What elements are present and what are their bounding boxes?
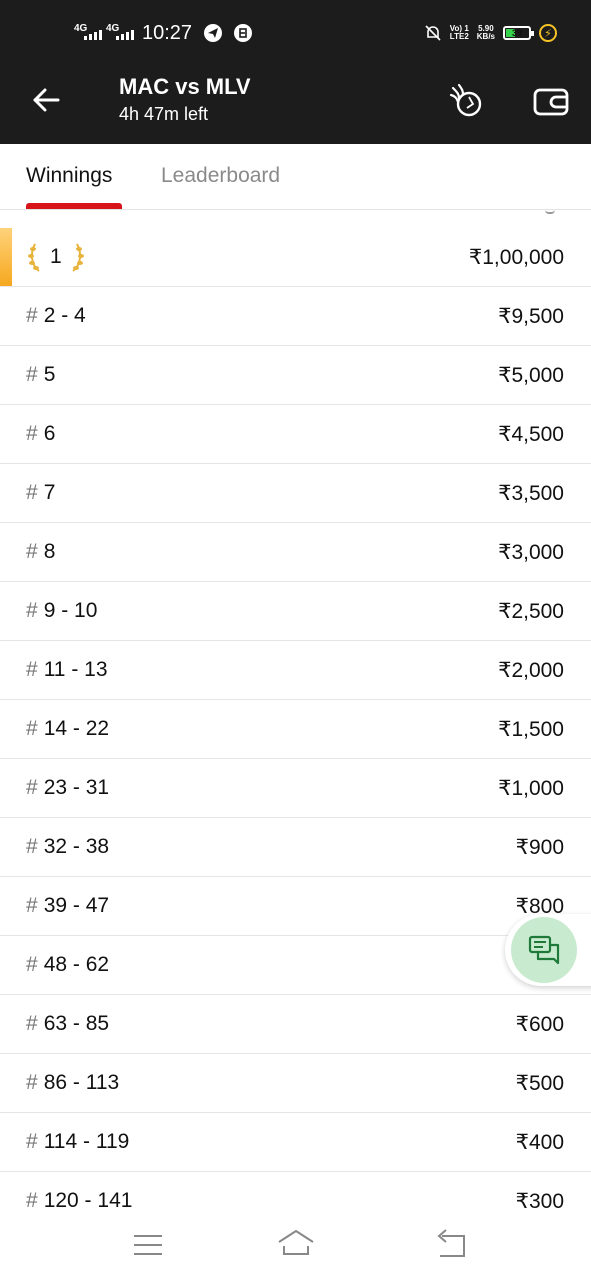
prize-amount: ₹3,500 xyxy=(498,481,564,505)
prize-amount: ₹400 xyxy=(515,1130,564,1154)
table-row: #14 - 22 ₹1,500 xyxy=(0,700,591,759)
table-row: #86 - 113 ₹500 xyxy=(0,1054,591,1113)
table-row: #7 ₹3,500 xyxy=(0,464,591,523)
page-title: MAC vs MLV xyxy=(119,74,251,99)
signal-icon: 4G xyxy=(74,22,102,44)
prize-amount: ₹4,500 xyxy=(498,422,564,446)
tab-leaderboard[interactable]: Leaderboard xyxy=(161,164,280,188)
table-row: #8 ₹3,000 xyxy=(0,523,591,582)
prize-amount: ₹5,000 xyxy=(498,363,564,387)
prize-amount: ₹1,500 xyxy=(498,717,564,741)
rank-label: 9 - 10 xyxy=(43,599,98,622)
hash-symbol: # xyxy=(26,1130,38,1153)
signal-icon: 4G xyxy=(106,22,134,44)
table-row: #2 - 4 ₹9,500 xyxy=(0,287,591,346)
prize-amount: ₹3,000 xyxy=(498,540,564,564)
rank-label: 23 - 31 xyxy=(43,776,110,799)
top-rank-highlight xyxy=(0,228,12,286)
hash-symbol: # xyxy=(26,1189,38,1210)
prize-amount: ₹500 xyxy=(515,1071,564,1095)
hash-symbol: # xyxy=(26,658,38,681)
table-row: #114 - 119 ₹400 xyxy=(0,1113,591,1172)
rank-label: 11 - 13 xyxy=(43,658,108,681)
rank-label: 32 - 38 xyxy=(43,835,110,858)
chat-fab-container xyxy=(505,914,591,986)
hash-symbol: # xyxy=(26,953,38,976)
table-row: #9 - 10 ₹2,500 xyxy=(0,582,591,641)
rank-label: 7 xyxy=(43,481,56,504)
prize-amount: ₹600 xyxy=(515,1012,564,1036)
rank-label: 48 - 62 xyxy=(43,953,110,976)
menu-icon[interactable] xyxy=(128,1226,168,1262)
rank-label: 120 - 141 xyxy=(43,1189,133,1210)
rank-label: 114 - 119 xyxy=(43,1130,130,1153)
mute-bell-icon xyxy=(425,25,441,41)
battery-icon: 39 xyxy=(503,26,534,40)
prize-amount: ₹300 xyxy=(515,1189,564,1211)
prize-amount: ₹1,000 xyxy=(498,776,564,800)
hash-symbol: # xyxy=(26,304,38,327)
active-tab-indicator xyxy=(26,203,122,209)
chat-button[interactable] xyxy=(511,917,577,983)
network-type: Vo) 1 LTE2 xyxy=(449,24,469,41)
prize-amount: ₹900 xyxy=(515,835,564,859)
laurel-left-icon xyxy=(26,240,44,274)
rank-label: 86 - 113 xyxy=(43,1071,120,1094)
rank-label: 14 - 22 xyxy=(43,717,110,740)
system-nav-bar xyxy=(0,1210,591,1280)
table-row: #63 - 85 ₹600 xyxy=(0,995,591,1054)
rank-label: 8 xyxy=(43,540,56,563)
hash-symbol: # xyxy=(26,481,38,504)
rank-label: 1 xyxy=(50,245,62,268)
winnings-list[interactable]: 1 ₹1,00,000 #2 - 4 ₹9,500 #5 ₹5,000 #6 ₹… xyxy=(0,210,591,1210)
table-row: #11 - 13 ₹2,000 xyxy=(0,641,591,700)
app-header: MAC vs MLV 4h 47m left xyxy=(0,64,591,144)
hash-symbol: # xyxy=(26,1071,38,1094)
hash-symbol: # xyxy=(26,1012,38,1035)
telegram-icon xyxy=(204,24,223,42)
hash-symbol: # xyxy=(26,422,38,445)
ball-fire-icon[interactable] xyxy=(447,82,485,120)
rank-label: 6 xyxy=(43,422,56,445)
status-bar: 4G 4G 10:27 Vo) 1 LTE2 5.90 KB/s 39 ⚡ xyxy=(0,0,591,64)
scroll-indicator xyxy=(545,210,555,214)
table-row: #23 - 31 ₹1,000 xyxy=(0,759,591,818)
hash-symbol: # xyxy=(26,835,38,858)
time-left: 4h 47m left xyxy=(119,104,209,124)
hash-symbol: # xyxy=(26,717,38,740)
tab-winnings[interactable]: Winnings xyxy=(26,164,112,188)
hash-symbol: # xyxy=(26,894,38,917)
table-row: #5 ₹5,000 xyxy=(0,346,591,405)
prize-amount: ₹2,500 xyxy=(498,599,564,623)
table-row: #120 - 141 ₹300 xyxy=(0,1172,591,1210)
network-speed: 5.90 KB/s xyxy=(476,24,495,41)
rank-label: 39 - 47 xyxy=(43,894,110,917)
table-row: #48 - 62 xyxy=(0,936,591,995)
tab-bar: Winnings Leaderboard xyxy=(0,144,591,210)
table-row: #6 ₹4,500 xyxy=(0,405,591,464)
hash-symbol: # xyxy=(26,776,38,799)
chat-icon xyxy=(528,935,560,965)
home-icon[interactable] xyxy=(276,1226,316,1262)
hash-symbol: # xyxy=(26,599,38,622)
table-row: 1 ₹1,00,000 xyxy=(0,228,591,287)
app-icon xyxy=(234,24,253,42)
table-row: #39 - 47 ₹800 xyxy=(0,877,591,936)
prize-amount: ₹1,00,000 xyxy=(468,245,564,269)
laurel-right-icon xyxy=(68,240,86,274)
back-arrow-icon[interactable] xyxy=(30,84,62,116)
rank-label: 63 - 85 xyxy=(43,1012,110,1035)
rank-label: 5 xyxy=(43,363,56,386)
clock: 10:27 xyxy=(142,21,193,44)
rank-label: 2 - 4 xyxy=(43,304,86,327)
back-icon[interactable] xyxy=(430,1226,470,1262)
table-row: #32 - 38 ₹900 xyxy=(0,818,591,877)
wallet-icon[interactable] xyxy=(532,82,570,120)
charging-bolt-icon: ⚡ xyxy=(539,24,557,42)
hash-symbol: # xyxy=(26,540,38,563)
hash-symbol: # xyxy=(26,363,38,386)
prize-amount: ₹2,000 xyxy=(498,658,564,682)
prize-amount: ₹9,500 xyxy=(498,304,564,328)
